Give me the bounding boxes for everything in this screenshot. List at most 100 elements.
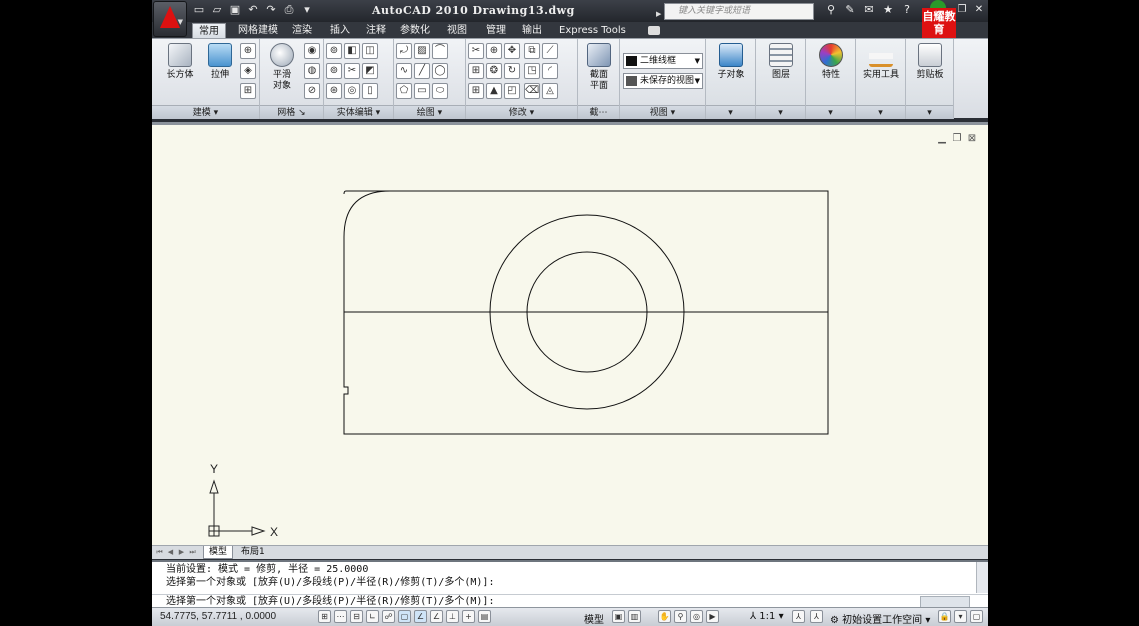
erase-icon[interactable]: ⌫ <box>524 83 540 99</box>
plot-icon[interactable]: ⎙ <box>282 3 296 17</box>
extend-icon[interactable]: ⟋ <box>542 43 558 59</box>
tab-parametric[interactable]: 参数化 <box>394 23 436 38</box>
sweep-icon[interactable]: ◈ <box>240 63 256 79</box>
panel-layers-expand[interactable]: ▾ <box>756 105 805 119</box>
rectangle-icon[interactable]: ▭ <box>414 83 430 99</box>
section-plane-button[interactable]: 截面 平面 <box>582 43 616 92</box>
panel-section-title[interactable]: 截⋯ <box>578 105 619 119</box>
minimize-ribbon-icon[interactable] <box>648 26 660 35</box>
favorites-star-icon[interactable]: ★ <box>881 3 895 17</box>
first-layout-icon[interactable]: ⏮ <box>155 548 164 557</box>
thicken-icon[interactable]: ◎ <box>344 83 360 99</box>
polar-tracking-icon[interactable]: ☍ <box>382 610 395 623</box>
help-icon[interactable]: ? <box>900 3 914 17</box>
showmotion-icon[interactable]: ▶ <box>706 610 719 623</box>
extrude-button[interactable]: 拉伸 <box>202 43 238 81</box>
rotate-3d-icon[interactable]: ❂ <box>486 63 502 79</box>
ellipse-icon[interactable]: ⬭ <box>432 83 448 99</box>
intersect-icon[interactable]: ⊚ <box>326 63 342 79</box>
lock-ui-icon[interactable]: 🔒 <box>938 610 951 623</box>
drawing-canvas[interactable]: ▁ ❐ ⊠ Y X <box>152 122 988 545</box>
panel-modify-title[interactable]: 修改 ▾ <box>466 105 577 119</box>
panel-utilities-expand[interactable]: ▾ <box>856 105 905 119</box>
tab-mesh-modeling[interactable]: 网格建模 <box>232 23 284 38</box>
panel-view-title[interactable]: 视图 ▾ <box>620 105 705 119</box>
move-icon[interactable]: ✥ <box>504 43 520 59</box>
close-window-icon[interactable]: ✕ <box>972 3 986 17</box>
new-file-icon[interactable]: ▭ <box>192 3 206 17</box>
open-file-icon[interactable]: ▱ <box>210 3 224 17</box>
quick-view-layouts-icon[interactable]: ▣ <box>612 610 625 623</box>
infer-constraints-icon[interactable]: ⊞ <box>318 610 331 623</box>
clipboard-button[interactable]: 剪贴板 <box>910 43 950 81</box>
polyline-icon[interactable]: ⤾ <box>396 43 412 59</box>
pan-icon[interactable]: ✋ <box>658 610 671 623</box>
tab-output[interactable]: 输出 <box>516 23 548 38</box>
saved-view-select[interactable]: 未保存的视图 ▼ <box>623 73 703 89</box>
fillet-icon[interactable]: ◜ <box>542 63 558 79</box>
mirror-icon[interactable]: ⊞ <box>468 83 484 99</box>
prev-layout-icon[interactable]: ◀ <box>166 548 175 557</box>
snap-mode-icon[interactable]: ⋯ <box>334 610 347 623</box>
mesh-box-icon[interactable]: ◉ <box>304 43 320 59</box>
properties-button[interactable]: 特性 <box>811 43 851 81</box>
model-space-label[interactable]: 模型 <box>584 611 604 626</box>
grid-display-icon[interactable]: ⊟ <box>350 610 363 623</box>
rotate-icon[interactable]: ↻ <box>504 63 520 79</box>
workspace-switch[interactable]: ⚙ 初始设置工作空间 ▾ <box>830 611 930 626</box>
mesh-refine-icon[interactable]: ⊘ <box>304 83 320 99</box>
polygon-icon[interactable]: ⬠ <box>396 83 412 99</box>
ducs-icon[interactable]: ⊥ <box>446 610 459 623</box>
chamfer-icon[interactable]: ◬ <box>542 83 558 99</box>
union-icon[interactable]: ⊚ <box>326 43 342 59</box>
annotation-visibility-icon[interactable]: ⅄ <box>792 610 805 623</box>
visual-style-select[interactable]: 二维线框 ▼ <box>623 53 703 69</box>
box-button[interactable]: 长方体 <box>160 43 200 81</box>
undo-icon[interactable]: ↶ <box>246 3 260 17</box>
ortho-mode-icon[interactable]: ∟ <box>366 610 379 623</box>
save-icon[interactable]: ▣ <box>228 3 242 17</box>
quick-view-drawings-icon[interactable]: ▥ <box>628 610 641 623</box>
subscription-icon[interactable]: ✎ <box>843 3 857 17</box>
application-menu-button[interactable]: ▼ <box>153 1 187 37</box>
hatch-icon[interactable]: ▨ <box>414 43 430 59</box>
tab-manage[interactable]: 管理 <box>480 23 512 38</box>
panel-modeling-title[interactable]: 建模 ▾ <box>152 105 259 119</box>
tab-insert[interactable]: 插入 <box>324 23 356 38</box>
auto-scale-icon[interactable]: ⅄ <box>810 610 823 623</box>
object-snap-icon[interactable]: ▢ <box>398 610 411 623</box>
tab-express-tools[interactable]: Express Tools <box>553 23 632 38</box>
layers-button[interactable]: 图层 <box>761 43 801 81</box>
next-layout-icon[interactable]: ▶ <box>177 548 186 557</box>
3d-object-snap-icon[interactable]: ∠ <box>414 610 427 623</box>
face-edit-icon[interactable]: ◩ <box>362 63 378 79</box>
cad-geometry[interactable]: Y X <box>152 125 988 548</box>
search-input[interactable]: ▶ 键入关键字或短语 <box>656 3 814 20</box>
subobject-button[interactable]: 子对象 <box>711 43 751 81</box>
tab-layout1[interactable]: 布局1 <box>236 546 270 559</box>
command-scrollbar[interactable] <box>976 562 988 593</box>
lineweight-icon[interactable]: ▤ <box>478 610 491 623</box>
panel-clipboard-expand[interactable]: ▾ <box>906 105 953 119</box>
spline-icon[interactable]: ∿ <box>396 63 412 79</box>
qat-dropdown-icon[interactable]: ▾ <box>300 3 314 17</box>
separate-icon[interactable]: ▯ <box>362 83 378 99</box>
search-expand-icon[interactable]: ▶ <box>656 7 661 22</box>
binoculars-icon[interactable]: ⚲ <box>824 3 838 17</box>
circle-icon[interactable]: ◯ <box>432 63 448 79</box>
loft-icon[interactable]: ⊞ <box>240 83 256 99</box>
trim-icon[interactable]: ✂ <box>468 43 484 59</box>
otrack-icon[interactable]: ∠ <box>430 610 443 623</box>
panel-draw-title[interactable]: 绘图 ▾ <box>394 105 465 119</box>
mesh-smooth-icon[interactable]: ◍ <box>304 63 320 79</box>
smooth-object-button[interactable]: 平滑 对象 <box>264 43 300 92</box>
clean-screen-icon[interactable]: ▢ <box>970 610 983 623</box>
zoom-icon[interactable]: ⚲ <box>674 610 687 623</box>
panel-subobject-expand[interactable]: ▾ <box>706 105 755 119</box>
communication-icon[interactable]: ✉ <box>862 3 876 17</box>
subtract-icon[interactable]: ◧ <box>344 43 360 59</box>
arc-icon[interactable]: ⌒ <box>432 43 448 59</box>
status-menu-icon[interactable]: ▾ <box>954 610 967 623</box>
last-layout-icon[interactable]: ⏭ <box>188 548 197 557</box>
panel-solid-editing-title[interactable]: 实体编辑 ▾ <box>324 105 393 119</box>
